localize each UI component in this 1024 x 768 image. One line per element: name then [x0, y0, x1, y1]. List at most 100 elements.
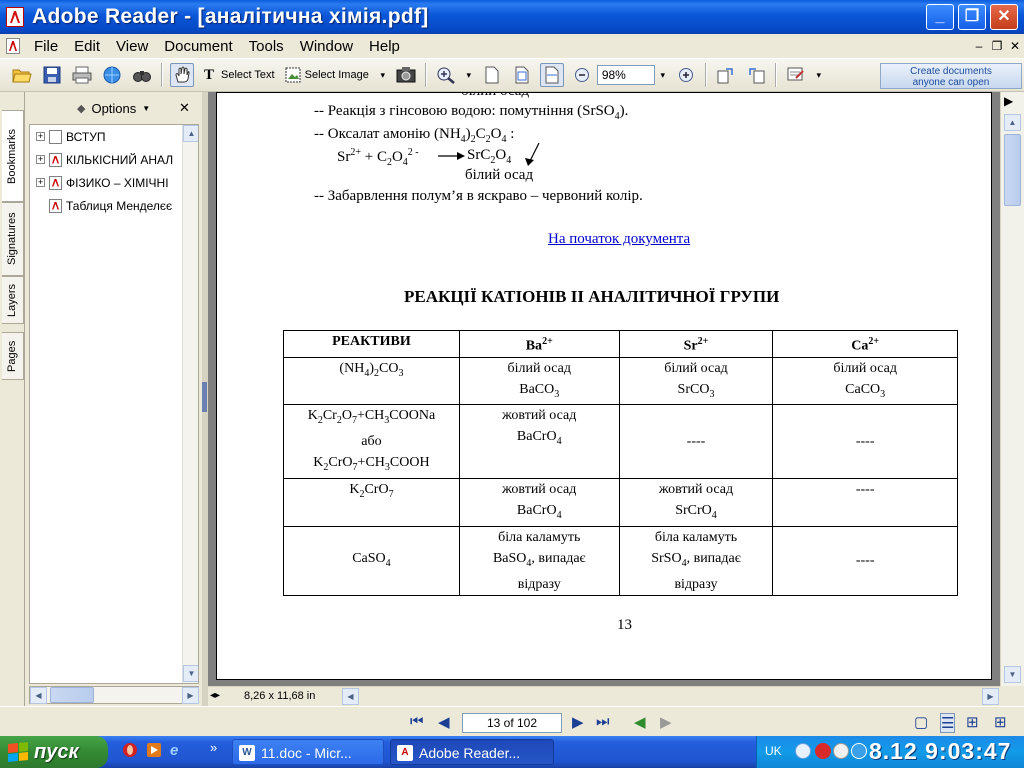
- select-text-tool[interactable]: Select Text: [221, 69, 275, 81]
- facing-view-icon[interactable]: ⊞: [966, 713, 979, 731]
- page-number-field[interactable]: 13 of 102: [462, 713, 562, 733]
- scroll-down-icon[interactable]: ▼: [183, 665, 198, 682]
- create-documents-promo[interactable]: Create documents anyone can open: [880, 63, 1022, 89]
- tab-bookmarks[interactable]: Bookmarks: [2, 110, 24, 202]
- tray-expand-icon[interactable]: [795, 743, 811, 759]
- menu-window[interactable]: Window: [292, 38, 361, 55]
- menu-help[interactable]: Help: [361, 38, 408, 55]
- opera-icon[interactable]: [122, 742, 138, 762]
- zoom-dropdown-icon[interactable]: ▾: [658, 63, 668, 87]
- menu-tools[interactable]: Tools: [241, 38, 292, 55]
- document-close-button[interactable]: ✕: [1008, 39, 1022, 53]
- menu-view[interactable]: View: [108, 38, 156, 55]
- clock[interactable]: 8.12 9:03:47: [869, 738, 1011, 765]
- document-vertical-scrollbar[interactable]: ▶ ▲ ▼: [1000, 92, 1024, 686]
- options-dropdown-icon[interactable]: ▼: [142, 104, 150, 113]
- last-page-icon[interactable]: ⏭: [596, 713, 610, 730]
- splitter-grip[interactable]: [202, 382, 207, 412]
- bookmarks-vertical-scrollbar[interactable]: ▲ ▼: [182, 125, 198, 683]
- save-icon[interactable]: [40, 63, 64, 87]
- antivirus-icon[interactable]: [815, 743, 831, 759]
- scrollbar-thumb[interactable]: [1004, 134, 1021, 206]
- search-icon[interactable]: [130, 63, 154, 87]
- fit-page-icon[interactable]: [510, 63, 534, 87]
- options-icon[interactable]: ◆: [77, 102, 85, 115]
- title-bar[interactable]: Adobe Reader - [аналітична хімія.pdf] _ …: [0, 0, 1024, 34]
- select-image-tool[interactable]: Select Image: [305, 69, 369, 81]
- taskbar-button-adobe-reader[interactable]: A Adobe Reader...: [390, 739, 554, 765]
- expand-icon[interactable]: +: [36, 155, 45, 164]
- continuous-facing-view-icon[interactable]: ⊞: [994, 713, 1007, 731]
- close-panel-icon[interactable]: ✕: [179, 100, 190, 116]
- bookmark-item[interactable]: + КІЛЬКІСНИЙ АНАЛ: [30, 148, 198, 171]
- previous-view-icon[interactable]: ◀: [634, 713, 646, 731]
- maximize-button[interactable]: ❐: [958, 4, 986, 30]
- review-comment-icon[interactable]: [784, 63, 808, 87]
- continuous-view-icon[interactable]: ☰: [940, 713, 956, 733]
- start-button[interactable]: пуск: [0, 736, 108, 768]
- expand-icon[interactable]: +: [36, 132, 45, 141]
- snapshot-icon[interactable]: [394, 63, 418, 87]
- previous-page-icon[interactable]: ◀: [438, 713, 450, 731]
- actual-size-icon[interactable]: [480, 63, 504, 87]
- document-minimize-button[interactable]: –: [972, 39, 986, 53]
- document-restore-button[interactable]: ❐: [990, 39, 1004, 53]
- zoom-in-tool-icon[interactable]: [434, 63, 458, 87]
- quick-launch-chevron[interactable]: »: [210, 740, 217, 755]
- next-page-icon[interactable]: ▶: [572, 713, 584, 731]
- network-icon[interactable]: [851, 743, 867, 759]
- bookmarks-horizontal-scrollbar[interactable]: ◀ ▶: [29, 686, 199, 704]
- rotate-clockwise-icon[interactable]: [714, 63, 738, 87]
- select-image-icon[interactable]: [284, 63, 302, 87]
- document-viewport[interactable]: білий осад -- Реакція з гінсовою водою: …: [208, 92, 1000, 686]
- first-page-icon[interactable]: ⏮: [410, 713, 424, 730]
- next-page-arrow-icon[interactable]: ▶: [1004, 94, 1013, 108]
- volume-icon[interactable]: [833, 743, 849, 759]
- rotate-counterclockwise-icon[interactable]: [744, 63, 768, 87]
- options-menu[interactable]: Options: [91, 101, 136, 116]
- dropdown-arrow-icon[interactable]: ▾: [814, 63, 824, 87]
- select-text-icon[interactable]: T: [200, 63, 218, 87]
- scroll-right-icon[interactable]: ▶: [182, 687, 199, 704]
- result-cell: білий осад SrCO3: [618, 356, 774, 406]
- scroll-left-icon[interactable]: ◀: [342, 688, 359, 705]
- menu-file[interactable]: File: [26, 38, 66, 55]
- zoom-out-icon[interactable]: [570, 63, 594, 87]
- print-icon[interactable]: [70, 63, 94, 87]
- media-player-icon[interactable]: [146, 742, 162, 762]
- single-page-view-icon[interactable]: ▢: [914, 713, 928, 731]
- scrollbar-thumb[interactable]: [50, 687, 94, 703]
- tab-pages[interactable]: Pages: [2, 332, 24, 380]
- dropdown-arrow-icon[interactable]: ▾: [464, 63, 474, 87]
- scroll-up-icon[interactable]: ▲: [183, 125, 198, 142]
- scroll-left-icon[interactable]: ◀: [30, 687, 47, 704]
- scroll-right-icon[interactable]: ▶: [982, 688, 999, 705]
- minimize-button[interactable]: _: [926, 4, 954, 30]
- fit-width-icon[interactable]: [539, 63, 564, 87]
- email-icon[interactable]: [100, 63, 124, 87]
- zoom-level-field[interactable]: 98%: [596, 65, 655, 85]
- bookmark-item[interactable]: + ВСТУП: [30, 125, 198, 148]
- tab-signatures[interactable]: Signatures: [2, 202, 24, 276]
- split-handle-icon[interactable]: ◂▸: [210, 690, 220, 701]
- dropdown-arrow-icon[interactable]: ▾: [378, 63, 388, 87]
- zoom-in-icon[interactable]: [674, 63, 698, 87]
- scroll-down-icon[interactable]: ▼: [1004, 666, 1021, 683]
- hand-tool-icon[interactable]: [170, 63, 194, 87]
- menu-edit[interactable]: Edit: [66, 38, 108, 55]
- open-icon[interactable]: [10, 63, 34, 87]
- next-view-icon[interactable]: ▶: [660, 713, 672, 731]
- bookmark-item[interactable]: Таблиця Менделєє: [30, 194, 198, 217]
- language-indicator[interactable]: UK: [765, 744, 782, 758]
- expand-icon[interactable]: +: [36, 178, 45, 187]
- taskbar-button-word[interactable]: W 11.doc - Micr...: [232, 739, 384, 765]
- pdf-document-icon[interactable]: [6, 38, 20, 54]
- document-horizontal-scrollbar[interactable]: ◂▸ 8,26 x 11,68 in ◀ ▶: [208, 686, 1000, 706]
- bookmark-item[interactable]: + ФІЗИКО – ХІМІЧНІ: [30, 171, 198, 194]
- internet-explorer-icon[interactable]: e: [170, 742, 178, 759]
- tab-layers[interactable]: Layers: [2, 276, 24, 324]
- back-to-top-link[interactable]: На початок документа: [548, 231, 690, 248]
- menu-document[interactable]: Document: [156, 38, 240, 55]
- scroll-up-icon[interactable]: ▲: [1004, 114, 1021, 131]
- close-button[interactable]: ✕: [990, 4, 1018, 30]
